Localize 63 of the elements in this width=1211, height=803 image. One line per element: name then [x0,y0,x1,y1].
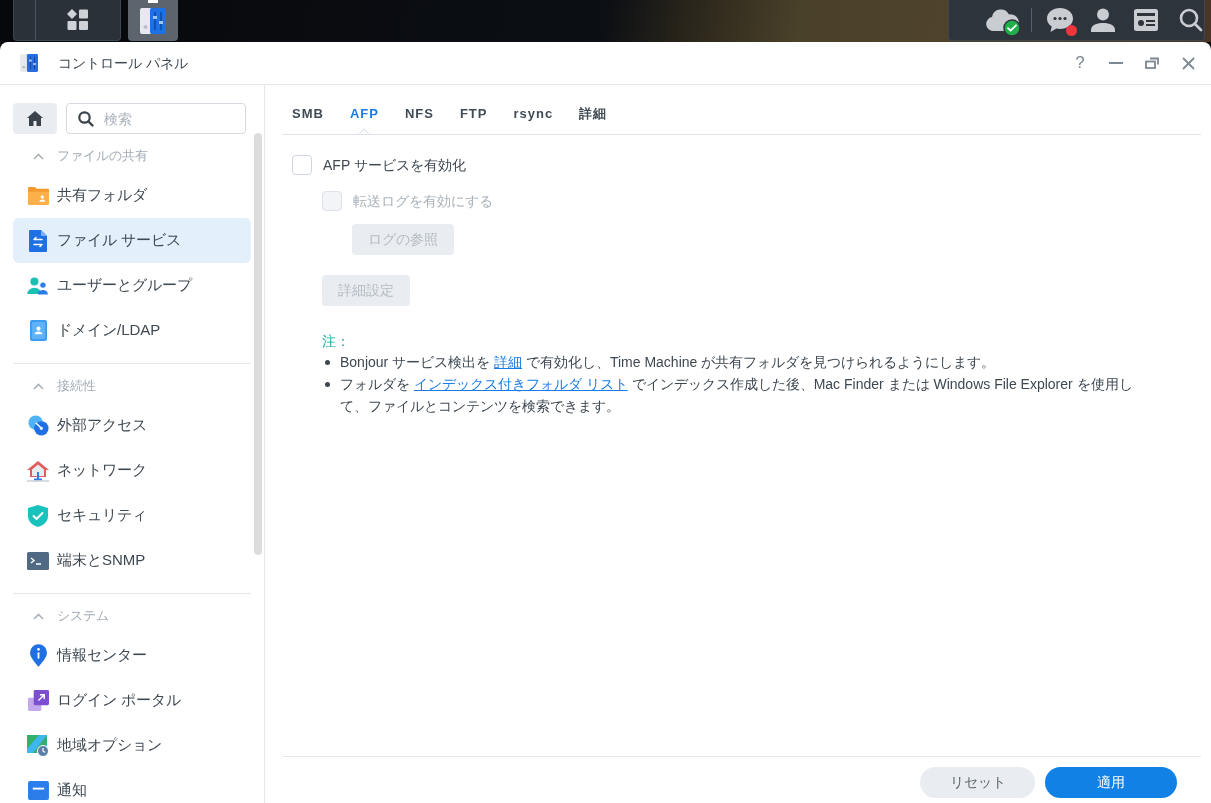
grid-icon [67,9,89,31]
contact-card-icon [29,320,47,341]
portal-arrow-icon [27,690,49,711]
home-icon [27,111,43,126]
search-field[interactable]: 検索 [66,103,246,134]
checkbox[interactable] [292,155,312,175]
tab[interactable]: FTP [459,106,488,134]
sidebar-item[interactable]: 端末とSNMP [13,538,251,583]
checkbox-label: 転送ログを有効にする [353,191,493,211]
bullet-icon [325,360,330,365]
sliders-panel-icon [20,52,38,74]
house-icon [27,459,49,482]
link[interactable]: インデックス付きフォルダ リスト [413,376,628,392]
sidebar-item[interactable]: 通知 [13,768,251,803]
tab[interactable]: NFS [404,106,434,134]
sliders-panel-icon [140,7,166,34]
user-icon[interactable] [1091,8,1115,32]
sidebar-item[interactable]: 情報センター [13,633,251,678]
restore-icon[interactable] [1145,57,1159,69]
chat-bubble-icon[interactable] [1046,7,1074,33]
sidebar-item[interactable]: セキュリティ [13,493,251,538]
news-panel-icon[interactable] [1134,9,1158,31]
apply-button[interactable]: 適用 [1045,767,1177,798]
sidebar-item[interactable]: 地域オプション [13,723,251,768]
note-text: フォルダを インデックス付きフォルダ リスト でインデックス作成した後、Mac Finder または Windows File Explorer を使用して、ファイルとコンテンツを検索できます。 [340,375,1134,416]
help-button[interactable]: ? [1065,53,1095,73]
people-icon [27,276,49,295]
terminal-icon [27,551,49,570]
shield-check-icon [28,504,48,527]
linked-circles-icon [27,415,49,436]
chevron-up-icon [33,382,44,390]
window-title: コントロール パネル [58,53,188,73]
search-icon [78,111,94,127]
sidebar-item[interactable]: 外部アクセス [13,403,251,448]
chevron-up-icon [33,152,44,160]
sidebar-item[interactable]: ネットワーク [13,448,251,493]
home-button[interactable] [13,103,57,134]
tab[interactable]: AFP [349,106,379,134]
tab[interactable]: 詳細 [579,106,608,134]
note-text: Bonjour サービス検出を 詳細 で有効化し、Time Machine が共有フォルダを見つけられるようにします。 [340,353,997,372]
close-icon[interactable] [1181,56,1195,70]
sidebar-item[interactable]: ログイン ポータル [13,678,251,723]
message-tile-icon [27,781,49,800]
chevron-up-icon [33,612,44,620]
sidebar-item[interactable]: 共有フォルダ [13,173,251,218]
taskbar-app-button[interactable] [128,0,178,41]
tab[interactable]: SMB [292,106,324,134]
note-title: 注： [322,332,351,351]
search-icon[interactable] [1179,8,1203,32]
sidebar-item[interactable]: ファイル サービス [13,218,251,263]
tab[interactable]: rsync [513,106,554,134]
folder-icon [27,186,49,205]
sidebar-item[interactable]: ドメイン/LDAP [13,308,251,353]
link[interactable]: 詳細 [494,354,523,370]
checkbox-label: AFP サービスを有効化 [323,155,466,175]
map-clock-icon [27,734,49,757]
bullet-icon [325,382,330,387]
sidebar-item[interactable]: ユーザーとグループ [13,263,251,308]
scrollbar[interactable] [254,133,262,555]
reset-button[interactable]: リセット [920,767,1035,798]
file-arrows-icon [29,229,47,252]
active-indicator [148,0,158,3]
info-pin-icon [29,644,47,667]
